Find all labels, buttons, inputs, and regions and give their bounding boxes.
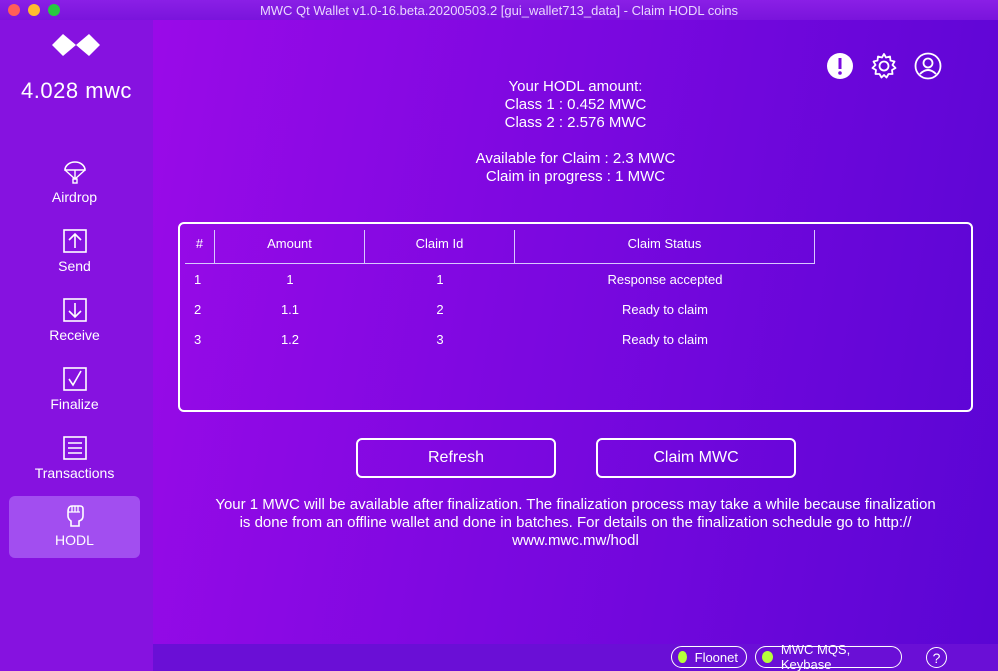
cell-claim-status: Ready to claim xyxy=(622,301,708,317)
sidebar-item-hodl[interactable]: HODL xyxy=(9,496,140,558)
sidebar-item-label: Transactions xyxy=(34,465,115,481)
table-row[interactable]: 3 1.2 3 Ready to claim xyxy=(185,324,971,354)
cell-amount: 1.2 xyxy=(280,331,300,347)
column-header-number[interactable]: # xyxy=(185,230,215,264)
sidebar-item-airdrop[interactable]: Airdrop xyxy=(9,153,140,215)
claim-in-progress: Claim in progress : 1 MWC xyxy=(485,168,666,185)
cell-claim-id: 1 xyxy=(436,271,444,287)
close-window-button[interactable] xyxy=(8,4,20,16)
hodl-class2: Class 2 : 2.576 MWC xyxy=(504,114,647,131)
sidebar-item-transactions[interactable]: Transactions xyxy=(9,429,140,491)
receive-arrow-icon xyxy=(62,298,87,322)
column-header-amount[interactable]: Amount xyxy=(215,230,365,264)
help-button[interactable]: ? xyxy=(926,647,947,668)
connection-label: MWC MQS, Keybase xyxy=(780,642,851,671)
send-arrow-icon xyxy=(62,229,87,253)
header-icons xyxy=(826,52,942,80)
sidebar-item-label: Receive xyxy=(49,327,100,343)
minimize-window-button[interactable] xyxy=(28,4,40,16)
table-row[interactable]: 1 1 1 Response accepted xyxy=(185,264,971,294)
claim-mwc-button[interactable]: Claim MWC xyxy=(596,438,796,478)
note-line-3: www.mwc.mw/hodl xyxy=(512,532,639,549)
network-label: Floonet xyxy=(694,649,738,665)
window-title: MWC Qt Wallet v1.0-16.beta.20200503.2 [g… xyxy=(259,2,739,18)
hodl-amount-title: Your HODL amount: xyxy=(508,78,643,95)
status-bar: Floonet MWC MQS, Keybase ? xyxy=(153,642,998,671)
cell-amount: 1 xyxy=(286,271,294,287)
sidebar-item-send[interactable]: Send xyxy=(9,222,140,284)
cell-claim-id: 2 xyxy=(436,301,444,317)
cell-number: 3 xyxy=(194,331,202,347)
alert-icon[interactable] xyxy=(826,52,854,80)
fist-icon xyxy=(66,505,84,527)
column-header-claim-id[interactable]: Claim Id xyxy=(365,230,515,264)
note-line-1: Your 1 MWC will be available after final… xyxy=(215,496,936,513)
list-icon xyxy=(62,436,87,460)
cell-claim-id: 3 xyxy=(436,331,444,347)
sidebar: 4.028 mwc Airdrop Send Receive Finalize xyxy=(0,20,153,671)
cell-claim-status: Ready to claim xyxy=(622,331,708,347)
account-icon[interactable] xyxy=(914,52,942,80)
sidebar-item-label: HODL xyxy=(55,532,94,548)
mwc-logo-icon xyxy=(52,34,100,56)
cell-amount: 1.1 xyxy=(280,301,300,317)
status-indicator-icon xyxy=(762,651,773,663)
claims-table: # Amount Claim Id Claim Status 1 1 1 Res… xyxy=(178,222,973,412)
gear-icon[interactable] xyxy=(870,52,898,80)
refresh-button[interactable]: Refresh xyxy=(356,438,556,478)
sidebar-item-label: Send xyxy=(58,258,91,274)
note-line-2: is done from an offline wallet and done … xyxy=(239,514,912,531)
cell-number: 1 xyxy=(194,271,202,287)
table-header: # Amount Claim Id Claim Status xyxy=(185,230,971,264)
parachute-icon xyxy=(63,161,86,184)
checkbox-icon xyxy=(62,367,87,391)
wallet-balance: 4.028 mwc xyxy=(21,78,132,103)
table-row[interactable]: 2 1.1 2 Ready to claim xyxy=(185,294,971,324)
available-for-claim: Available for Claim : 2.3 MWC xyxy=(475,150,676,167)
window-controls xyxy=(8,4,60,16)
status-indicator-icon xyxy=(678,651,687,663)
cell-number: 2 xyxy=(194,301,202,317)
finalization-note: Your 1 MWC will be available after final… xyxy=(173,496,978,550)
hodl-summary: Your HODL amount: Class 1 : 0.452 MWC Cl… xyxy=(153,78,998,186)
cell-claim-status: Response accepted xyxy=(607,271,723,287)
network-status-badge[interactable]: Floonet xyxy=(671,646,747,668)
window-titlebar: MWC Qt Wallet v1.0-16.beta.20200503.2 [g… xyxy=(0,0,998,20)
main-panel: Your HODL amount: Class 1 : 0.452 MWC Cl… xyxy=(153,20,998,644)
sidebar-item-finalize[interactable]: Finalize xyxy=(9,360,140,422)
sidebar-item-receive[interactable]: Receive xyxy=(9,291,140,353)
sidebar-item-label: Finalize xyxy=(50,396,99,412)
connection-status-badge[interactable]: MWC MQS, Keybase xyxy=(755,642,902,671)
column-header-claim-status[interactable]: Claim Status xyxy=(515,230,815,264)
hodl-class1: Class 1 : 0.452 MWC xyxy=(504,96,647,113)
sidebar-item-label: Airdrop xyxy=(51,189,98,205)
zoom-window-button[interactable] xyxy=(48,4,60,16)
